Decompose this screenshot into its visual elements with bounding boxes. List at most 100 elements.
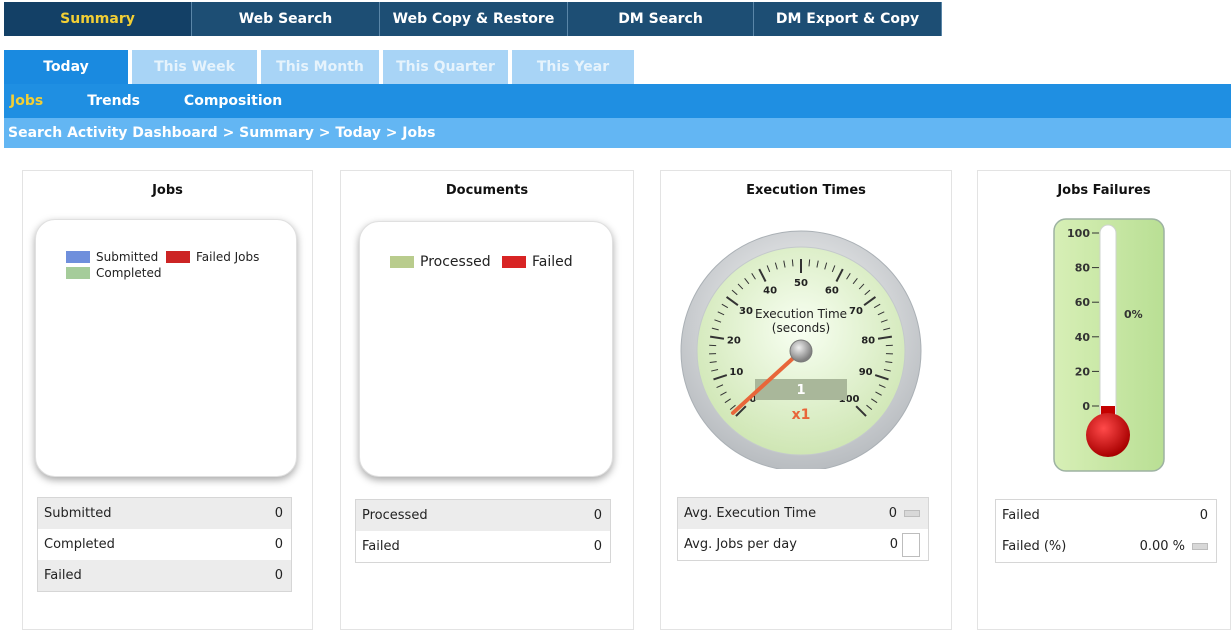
gauge-tick-label: 50 [794,278,808,289]
legend-swatch-submitted [66,251,90,263]
trend-box-icon [902,533,920,557]
stat-label: Failed [1002,508,1040,523]
gauge-tick-label: 80 [861,335,875,346]
documents-panel: Documents Processed Failed Processed 0 F… [340,170,634,630]
stat-label: Avg. Execution Time [684,506,816,521]
thermometer-tick-label: 0 [1082,400,1090,413]
subtab-composition[interactable]: Composition [184,93,282,109]
execution-stats-table: Avg. Execution Time 0 Avg. Jobs per day … [677,497,929,561]
gauge-multiplier: x1 [792,407,811,423]
failures-thermometer: 100 80 60 40 20 0 0% [978,217,1231,487]
jobs-title: Jobs [23,183,312,198]
tab-this-quarter[interactable]: This Quarter [383,50,508,84]
stat-label: Failed [44,568,82,583]
stat-row-processed: Processed 0 [356,500,610,531]
gauge-tick-label: 10 [729,367,743,378]
legend-swatch-failed-jobs [166,251,190,263]
legend-label-processed: Processed [420,254,491,270]
top-nav: Summary Web Search Web Copy & Restore DM… [4,2,942,36]
legend-failed: Failed [502,254,573,270]
stat-label: Failed (%) [1002,539,1066,554]
gauge-tick-label: 60 [825,285,839,296]
stat-row-completed: Completed 0 [38,529,291,560]
stat-value-group: 0 [890,533,920,557]
thermometer-bulb [1086,413,1130,457]
stat-value: 0 [275,537,283,552]
stat-value: 0 [890,537,898,552]
stat-row-failed: Failed 0 [356,531,610,562]
stat-label: Processed [362,508,428,523]
legend-swatch-completed [66,267,90,279]
nav-dm-export-copy[interactable]: DM Export & Copy [754,2,942,36]
stat-value: 0 [1200,508,1208,523]
stat-label: Completed [44,537,115,552]
legend-swatch-processed [390,256,414,268]
subtab-jobs[interactable]: Jobs [10,93,43,109]
gauge-label-line1: Execution Time [755,307,847,321]
failures-title: Jobs Failures [978,183,1230,198]
execution-title: Execution Times [661,183,951,198]
thermometer-tick-label: 40 [1075,331,1091,344]
stat-row-failed: Failed 0 [996,500,1216,531]
breadcrumb-text: Search Activity Dashboard > Summary > To… [8,125,436,141]
gauge-value: 1 [796,383,805,398]
stat-value-group: 0 [889,506,920,521]
thermometer-tick-label: 20 [1075,365,1091,378]
trend-indicator-icon [904,510,920,517]
jobs-chart: Submitted Failed Jobs Completed [35,219,297,477]
thermometer-tick-label: 100 [1067,227,1090,240]
stat-label: Avg. Jobs per day [684,537,797,552]
legend-label-failed-jobs: Failed Jobs [196,250,259,264]
thermometer-tick-label: 60 [1075,296,1091,309]
nav-web-copy-restore[interactable]: Web Copy & Restore [380,2,568,36]
legend-swatch-failed [502,256,526,268]
legend-failed-jobs: Failed Jobs [166,250,259,264]
thermometer-tube [1100,225,1116,435]
jobs-stats-table: Submitted 0 Completed 0 Failed 0 [37,497,292,592]
gauge-hub [790,340,812,362]
stat-row-submitted: Submitted 0 [38,498,291,529]
time-tabs: Today This Week This Month This Quarter … [4,50,638,84]
sub-nav: Jobs Trends Composition [4,84,1231,118]
subtab-trends[interactable]: Trends [87,93,140,109]
failures-panel: Jobs Failures 100 80 60 40 20 0 0% Failed 0 F… [977,170,1231,630]
legend-completed: Completed [66,266,161,280]
stat-label: Submitted [44,506,111,521]
tab-this-month[interactable]: This Month [261,50,379,84]
stat-value: 0 [275,506,283,521]
gauge-tick-label: 70 [849,306,863,317]
trend-indicator-icon [1192,543,1208,550]
legend-label-submitted: Submitted [96,250,158,264]
stat-value: 0 [889,506,897,521]
stat-label: Failed [362,539,400,554]
stat-value: 0 [594,539,602,554]
legend-submitted: Submitted [66,250,158,264]
thermometer-value-label: 0% [1124,308,1143,321]
legend-label-failed: Failed [532,254,573,270]
nav-summary[interactable]: Summary [4,2,192,36]
gauge-minor-tick [809,259,810,266]
gauge-tick-label: 90 [859,367,873,378]
nav-web-search[interactable]: Web Search [192,2,380,36]
gauge-minor-tick [792,259,793,266]
legend-label-completed: Completed [96,266,161,280]
documents-stats-table: Processed 0 Failed 0 [355,499,611,563]
jobs-panel: Jobs Submitted Failed Jobs Completed Sub… [22,170,313,630]
stat-row-avg-execution-time: Avg. Execution Time 0 [678,498,928,529]
stat-value: 0 [594,508,602,523]
nav-dm-search[interactable]: DM Search [568,2,754,36]
thermometer-tick-label: 80 [1075,262,1091,275]
stat-value-group: 0.00 % [1140,539,1208,554]
gauge-tick-label: 40 [763,285,777,296]
tab-this-year[interactable]: This Year [512,50,634,84]
legend-processed: Processed [390,254,491,270]
tab-this-week[interactable]: This Week [132,50,257,84]
documents-chart: Processed Failed [359,221,613,477]
stat-row-failed: Failed 0 [38,560,291,591]
failures-stats-table: Failed 0 Failed (%) 0.00 % [995,499,1217,563]
tab-today[interactable]: Today [4,50,128,84]
stat-row-failed-percent: Failed (%) 0.00 % [996,531,1216,562]
gauge-label-line2: (seconds) [772,321,830,335]
execution-gauge: 0102030405060708090100 Execution Time (s… [661,219,953,469]
stat-value: 0.00 % [1140,539,1185,554]
